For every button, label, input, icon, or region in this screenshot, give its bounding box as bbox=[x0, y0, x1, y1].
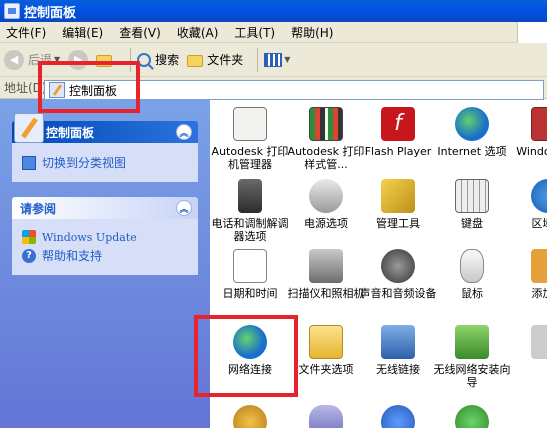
item-partial[interactable] bbox=[508, 325, 547, 363]
keyboard-icon bbox=[455, 179, 489, 213]
wireless-wizard-icon bbox=[455, 325, 489, 359]
printer-manager-icon bbox=[233, 107, 267, 141]
category-view-icon bbox=[22, 155, 36, 170]
folders-button[interactable]: 文件夹 bbox=[187, 51, 243, 68]
mouse-icon bbox=[460, 249, 484, 283]
task-pane: 控制面板 ︽ 切换到分类视图 请参阅 ︽ Windows Update ? 帮助… bbox=[0, 99, 210, 428]
collapse-icon[interactable]: ︽ bbox=[176, 200, 192, 216]
panel-header[interactable]: 请参阅 ︽ bbox=[12, 197, 198, 219]
help-support-label: 帮助和支持 bbox=[42, 249, 103, 263]
menu-view[interactable]: 查看(V) bbox=[119, 24, 161, 41]
wireless-link-icon bbox=[381, 325, 415, 359]
menu-bar: 文件(F) 编辑(E) 查看(V) 收藏(A) 工具(T) 帮助(H) bbox=[0, 22, 547, 43]
item-windows-firewall[interactable]: Windows 火 bbox=[508, 107, 547, 158]
item-row5-1[interactable] bbox=[210, 405, 290, 428]
panel-title: 控制面板 bbox=[46, 125, 95, 140]
window-title: 控制面板 bbox=[24, 5, 77, 21]
add-remove-icon bbox=[531, 249, 547, 283]
highlight-address-box bbox=[38, 61, 140, 113]
windows-update-icon bbox=[22, 230, 36, 244]
item-keyboard[interactable]: 键盘 bbox=[432, 179, 512, 230]
help-icon: ? bbox=[22, 248, 36, 263]
users-icon bbox=[233, 405, 267, 428]
item-row5-2[interactable] bbox=[286, 405, 366, 428]
scanner-icon bbox=[309, 249, 343, 283]
region-icon bbox=[531, 179, 547, 213]
accessibility-icon bbox=[455, 405, 489, 428]
item-region[interactable]: 区域和 bbox=[508, 179, 547, 230]
folder-icon bbox=[187, 54, 204, 67]
folders-label: 文件夹 bbox=[207, 53, 244, 67]
game-controller-icon bbox=[309, 405, 343, 428]
control-panel-large-icon bbox=[14, 113, 44, 143]
title-bar: 控制面板 bbox=[0, 0, 547, 22]
item-wireless-link[interactable]: 无线链接 bbox=[358, 325, 438, 376]
item-folder-options[interactable]: 文件夹选项 bbox=[286, 325, 366, 376]
views-button[interactable]: ▼ bbox=[264, 52, 291, 67]
item-mouse[interactable]: 鼠标 bbox=[432, 249, 512, 300]
item-date-time[interactable]: 日期和时间 bbox=[210, 249, 290, 300]
switch-view-label: 切换到分类视图 bbox=[42, 156, 127, 170]
item-scanners-cameras[interactable]: 扫描仪和照相机 bbox=[286, 249, 366, 300]
item-flash-player[interactable]: f Flash Player bbox=[358, 107, 438, 158]
panel-body: 切换到分类视图 bbox=[12, 143, 198, 182]
highlight-network-box bbox=[194, 315, 298, 397]
menu-edit[interactable]: 编辑(E) bbox=[62, 24, 103, 41]
windows-update-link[interactable]: Windows Update bbox=[22, 230, 188, 244]
panel-header[interactable]: 控制面板 ︽ bbox=[12, 113, 198, 143]
collapse-icon[interactable]: ︽ bbox=[176, 124, 192, 140]
back-arrow-icon: ◀ bbox=[4, 49, 24, 70]
item-internet-options[interactable]: Internet 选项 bbox=[432, 107, 512, 158]
extra-icon bbox=[531, 325, 547, 359]
chevron-down-icon: ▼ bbox=[284, 55, 291, 64]
item-row5-4[interactable] bbox=[432, 405, 512, 428]
search-button[interactable]: 搜索 bbox=[137, 51, 179, 68]
menu-favorites[interactable]: 收藏(A) bbox=[177, 24, 219, 41]
control-panel-icon bbox=[4, 3, 20, 19]
admin-tools-icon bbox=[381, 179, 415, 213]
item-autodesk-plot-style[interactable]: Autodesk 打印样式管... bbox=[286, 107, 366, 171]
item-sound-audio[interactable]: 声音和音频设备 bbox=[358, 249, 438, 300]
internet-options-icon bbox=[455, 107, 489, 141]
plot-style-icon bbox=[309, 107, 343, 141]
toolbar-separator bbox=[257, 47, 259, 72]
item-add-remove-programs[interactable]: 添加或 bbox=[508, 249, 547, 300]
item-wireless-wizard[interactable]: 无线网络安装向导 bbox=[432, 325, 512, 389]
item-row5-3[interactable] bbox=[358, 405, 438, 428]
flash-icon: f bbox=[381, 107, 415, 141]
datetime-icon bbox=[233, 249, 267, 283]
sound-icon bbox=[381, 249, 415, 283]
firewall-icon bbox=[531, 107, 547, 141]
item-autodesk-printer-manager[interactable]: Autodesk 打印机管理器 bbox=[210, 107, 290, 171]
windows-logo-icon bbox=[517, 22, 547, 43]
panel-title: 请参阅 bbox=[20, 201, 57, 216]
phone-modem-icon bbox=[238, 179, 262, 213]
folder-options-icon bbox=[309, 325, 343, 359]
search-label: 搜索 bbox=[155, 53, 180, 67]
panel-body: Windows Update ? 帮助和支持 bbox=[12, 219, 198, 275]
item-phone-modem[interactable]: 电话和调制解调器选项 bbox=[210, 179, 290, 243]
user-accounts-icon bbox=[381, 405, 415, 428]
power-icon bbox=[309, 179, 343, 213]
see-also-panel: 请参阅 ︽ Windows Update ? 帮助和支持 bbox=[12, 197, 198, 275]
views-icon bbox=[264, 52, 283, 67]
switch-category-view-link[interactable]: 切换到分类视图 bbox=[22, 154, 188, 171]
item-admin-tools[interactable]: 管理工具 bbox=[358, 179, 438, 230]
help-support-link[interactable]: ? 帮助和支持 bbox=[22, 247, 188, 264]
item-power-options[interactable]: 电源选项 bbox=[286, 179, 366, 230]
menu-tools[interactable]: 工具(T) bbox=[234, 24, 275, 41]
control-panel-panel: 控制面板 ︽ 切换到分类视图 bbox=[12, 113, 198, 182]
windows-update-label: Windows Update bbox=[42, 230, 137, 244]
menu-help[interactable]: 帮助(H) bbox=[291, 24, 333, 41]
menu-file[interactable]: 文件(F) bbox=[6, 24, 46, 41]
